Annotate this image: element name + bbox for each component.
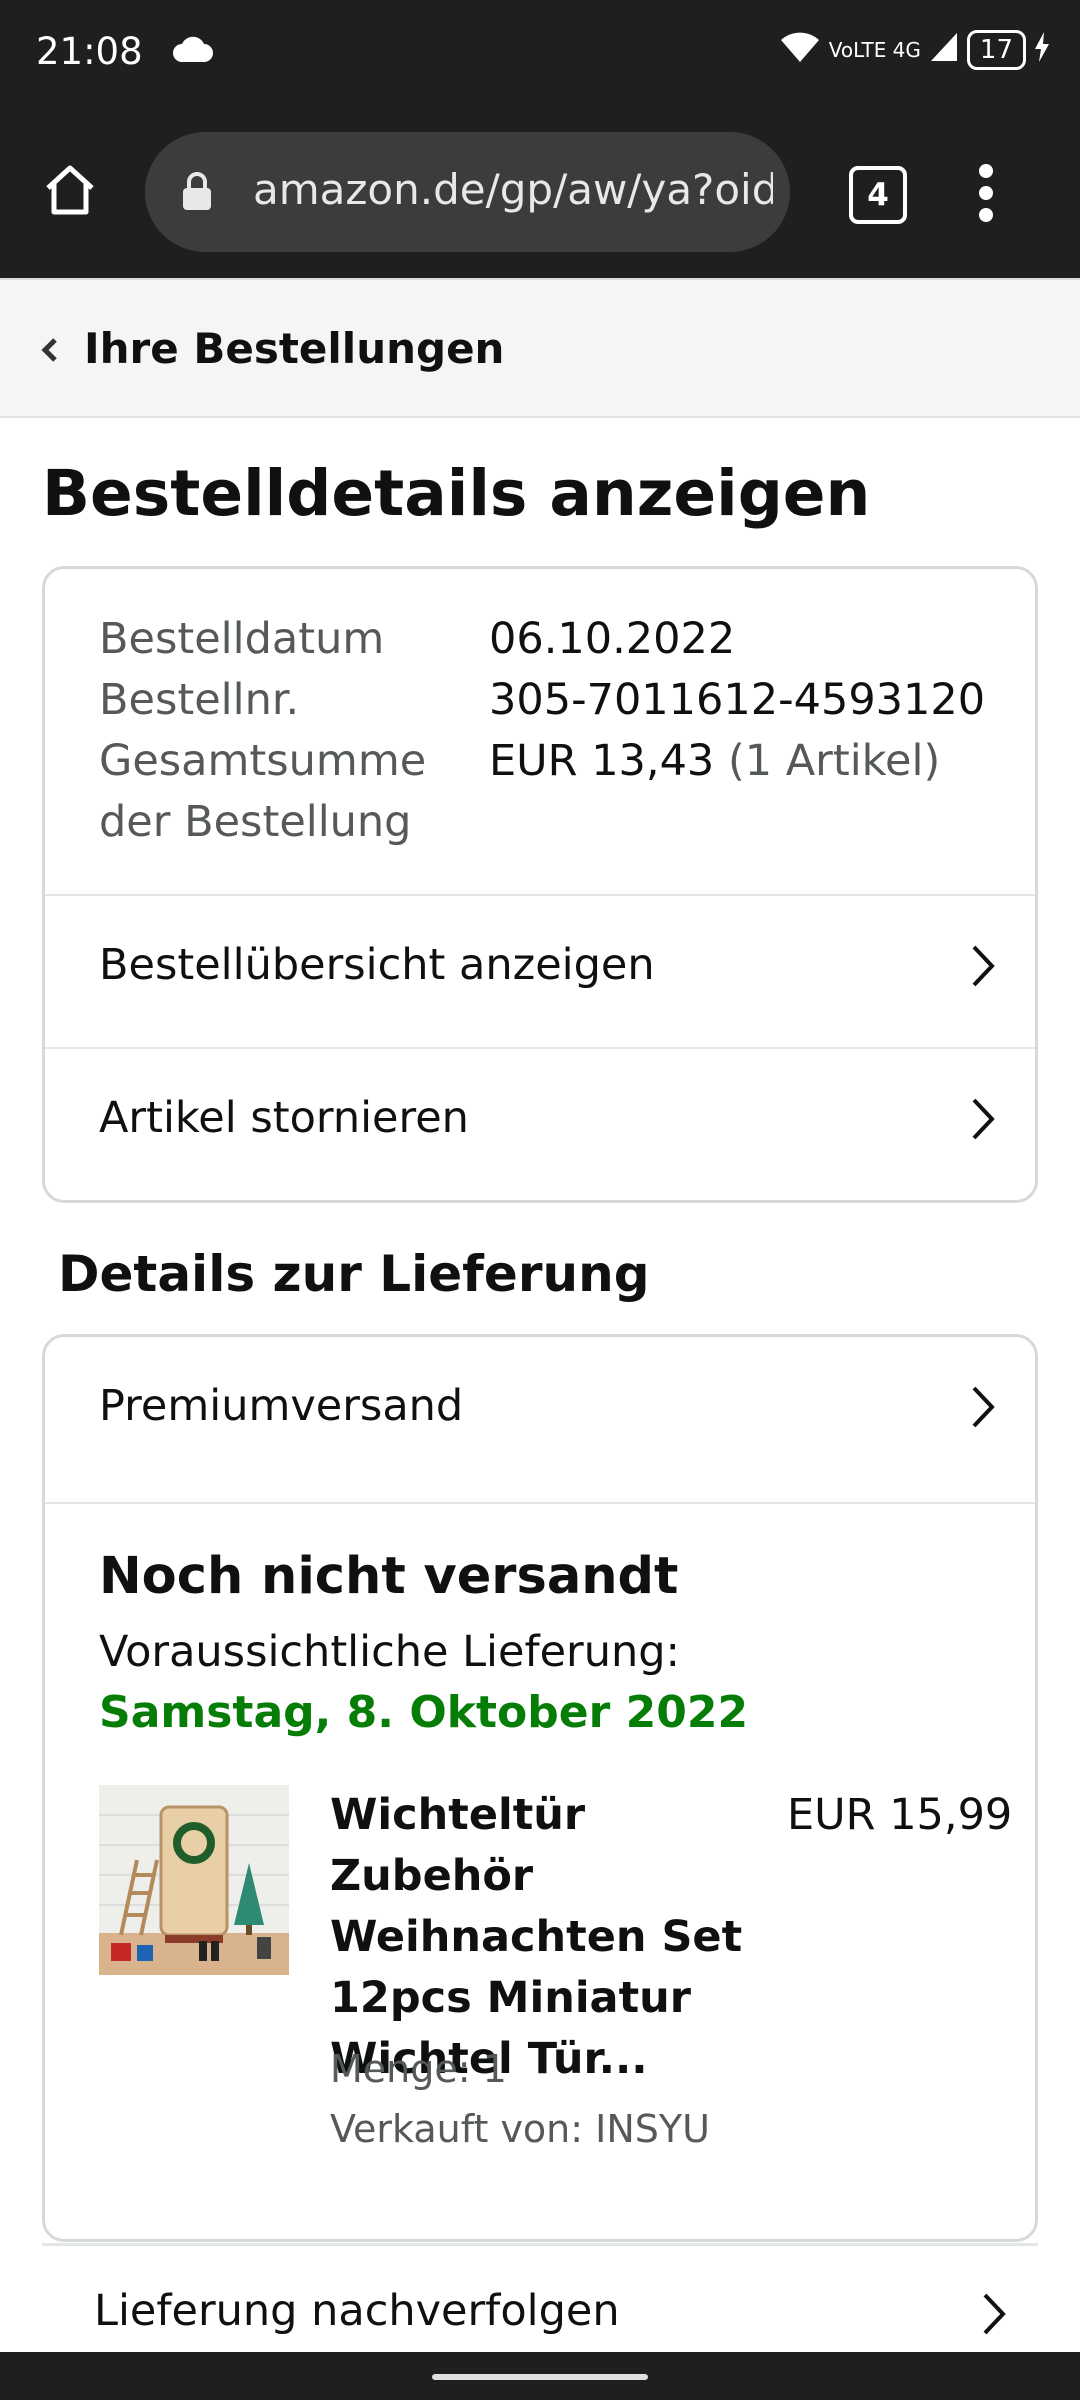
breadcrumb[interactable]: Ihre Bestellungen bbox=[0, 278, 1080, 418]
track-delivery-label: Lieferung nachverfolgen bbox=[94, 2286, 620, 2336]
tab-switcher-button[interactable]: 4 bbox=[849, 166, 907, 224]
delivery-card: Premiumversand Noch nicht versandt Vorau… bbox=[42, 1334, 1038, 2242]
signal-icon bbox=[929, 31, 959, 69]
product-seller: Verkauft von: INSYU bbox=[330, 2107, 710, 2151]
cancel-items-row[interactable]: Artikel stornieren bbox=[45, 1047, 1035, 1200]
track-delivery-row[interactable]: Lieferung nachverfolgen bbox=[42, 2243, 1038, 2356]
product-title-link[interactable]: Wichteltür Zubehör Weihnachten Set 12pcs… bbox=[330, 1785, 750, 2090]
product-thumbnail[interactable] bbox=[99, 1785, 289, 1975]
order-total: EUR 13,43 (1 Artikel) bbox=[489, 731, 940, 792]
order-total-label: Gesamtsumme bbox=[99, 736, 427, 786]
browser-toolbar: amazon.de/gp/aw/ya?oid= 4 bbox=[0, 108, 1080, 278]
battery-indicator: 17 bbox=[966, 30, 1026, 70]
cloud-icon bbox=[172, 34, 214, 68]
status-time: 21:08 bbox=[36, 30, 143, 73]
delivery-section-title: Details zur Lieferung bbox=[58, 1245, 650, 1303]
chevron-right-icon bbox=[969, 942, 997, 994]
product-price: EUR 15,99 bbox=[787, 1790, 1013, 1840]
page-title: Bestelldetails anzeigen bbox=[42, 457, 871, 530]
back-link[interactable]: Ihre Bestellungen bbox=[84, 324, 504, 373]
url-text: amazon.de/gp/aw/ya?oid= bbox=[253, 165, 773, 214]
address-bar[interactable]: amazon.de/gp/aw/ya?oid= bbox=[145, 132, 790, 252]
charging-icon bbox=[1034, 32, 1050, 68]
product-quantity: Menge: 1 bbox=[330, 2047, 507, 2091]
order-summary-card: Bestelldatum 06.10.2022 Bestellnr. 305-7… bbox=[42, 566, 1038, 1203]
order-total-amount: EUR 13,43 bbox=[489, 736, 715, 786]
order-item-count: (1 Artikel) bbox=[727, 736, 941, 786]
wifi-icon bbox=[779, 30, 821, 70]
order-total-label-cont: der Bestellung bbox=[99, 797, 412, 847]
view-order-summary-row[interactable]: Bestellübersicht anzeigen bbox=[45, 894, 1035, 1047]
lock-icon bbox=[181, 172, 213, 222]
network-label: VoLTE 4G bbox=[828, 38, 921, 62]
chevron-right-icon bbox=[969, 1095, 997, 1147]
order-number-label: Bestellnr. bbox=[99, 675, 300, 725]
system-nav-bar bbox=[0, 2352, 1080, 2400]
status-bar: 21:08 VoLTE 4G 17 bbox=[0, 0, 1080, 108]
eta-label: Voraussichtliche Lieferung: bbox=[99, 1627, 681, 1677]
chevron-right-icon bbox=[980, 2290, 1008, 2342]
cancel-items-label: Artikel stornieren bbox=[99, 1093, 469, 1143]
more-options-icon[interactable] bbox=[978, 163, 994, 227]
order-date-label: Bestelldatum bbox=[99, 614, 385, 664]
shipping-method: Premiumversand bbox=[99, 1381, 464, 1431]
view-order-summary-label: Bestellübersicht anzeigen bbox=[99, 940, 655, 990]
home-icon[interactable] bbox=[40, 160, 100, 224]
eta-date: Samstag, 8. Oktober 2022 bbox=[99, 1687, 749, 1738]
shipment-status: Noch nicht versandt bbox=[99, 1547, 679, 1606]
order-info: Bestelldatum 06.10.2022 Bestellnr. 305-7… bbox=[99, 609, 985, 853]
order-date: 06.10.2022 bbox=[489, 614, 736, 664]
chevron-left-icon bbox=[40, 336, 60, 368]
order-number: 305-7011612-4593120 bbox=[489, 675, 986, 725]
shipping-method-row[interactable]: Premiumversand bbox=[45, 1337, 1035, 1504]
gesture-handle[interactable] bbox=[432, 2374, 648, 2380]
chevron-right-icon bbox=[969, 1383, 997, 1435]
